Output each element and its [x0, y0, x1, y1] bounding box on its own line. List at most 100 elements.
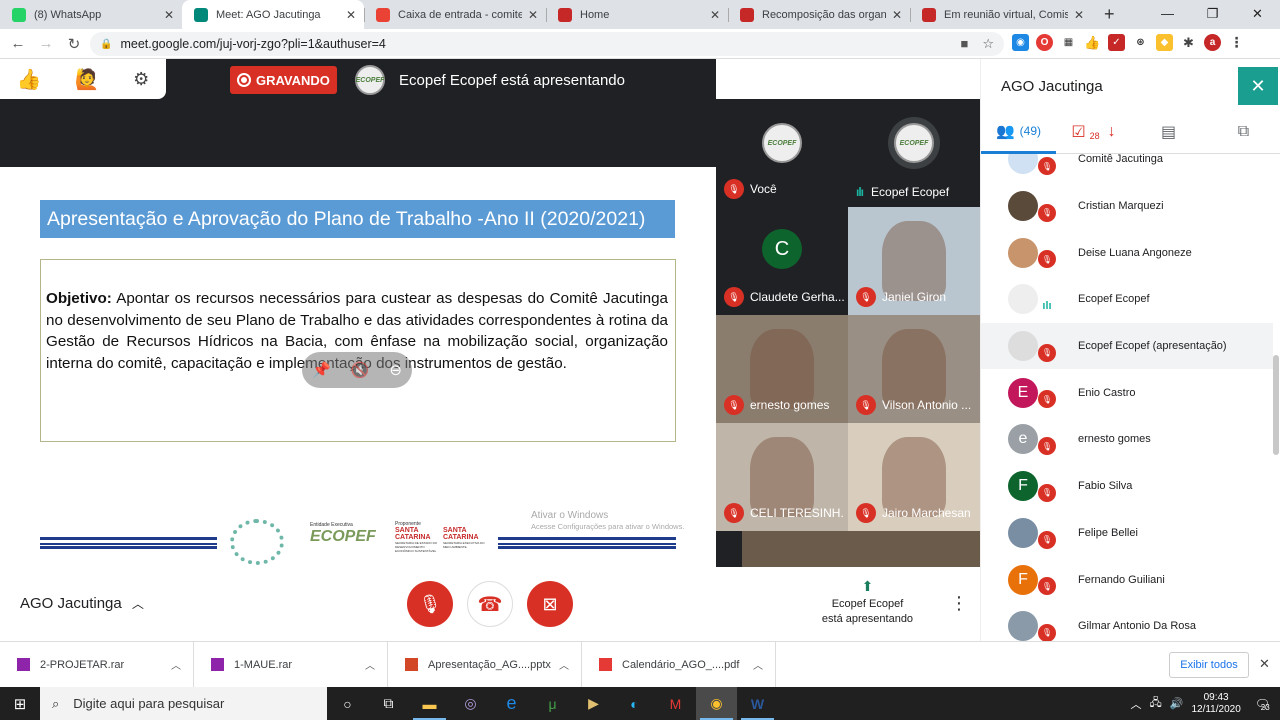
tab-5[interactable]: Em reunião virtual, Comissão ✕ — [910, 0, 1092, 29]
opera-extension-icon[interactable]: O — [1036, 34, 1053, 51]
close-tab-icon[interactable]: ✕ — [528, 8, 538, 22]
chevron-up-icon[interactable]: ︿ — [559, 657, 569, 672]
camera-permission-icon[interactable]: ■ — [960, 36, 968, 52]
tab-chat[interactable]: ▤ — [1131, 111, 1206, 154]
address-bar[interactable]: 🔒 meet.google.com/juj-vorj-zgo?pli=1&aut… — [90, 32, 1004, 56]
close-tab-icon[interactable]: ✕ — [710, 8, 720, 22]
download-item[interactable]: 1-MAUE.rar ︿ — [194, 641, 388, 688]
close-tab-icon[interactable]: ✕ — [1074, 8, 1084, 22]
settings-extension-icon[interactable]: ⊛ — [1132, 34, 1149, 51]
grid-extension-icon[interactable]: ▦ — [1060, 34, 1077, 51]
maximize-button[interactable]: ❐ — [1190, 0, 1235, 29]
close-panel-button[interactable]: ✕ — [1238, 67, 1278, 105]
hand-extension-icon[interactable]: 👍 — [1084, 34, 1101, 51]
participant-row[interactable]: ılı Ecopef Ecopef — [981, 276, 1273, 323]
extension-icon[interactable]: ◉ — [1012, 34, 1029, 51]
torrent-icon[interactable]: μ — [532, 687, 573, 720]
new-tab-button[interactable]: + — [1104, 4, 1115, 25]
more-options-icon[interactable]: ⋮ — [950, 593, 968, 614]
thumbs-up-icon[interactable]: 👍 — [17, 67, 42, 92]
participant-row[interactable]: e 🎙 ernesto gomes — [981, 416, 1273, 463]
participant-tile[interactable]: 🎙 Jairo Marchesan — [848, 423, 980, 531]
participant-tile[interactable]: ECOPEF ılı Ecopef Ecopef — [848, 99, 980, 207]
media-icon[interactable]: ▶ — [573, 687, 614, 720]
tab-tasks[interactable]: ☑ 28 ↓ — [1056, 111, 1131, 154]
tray-chevron-icon[interactable]: ︿ — [1130, 696, 1141, 712]
chevron-up-icon[interactable]: ︿ — [753, 657, 763, 672]
chevron-up-icon[interactable]: ︿ — [171, 657, 181, 672]
participant-tile[interactable]: C 🎙 Claudete Gerha... — [716, 207, 848, 315]
participant-tile[interactable]: ECOPEF 🎙 Você — [716, 99, 848, 207]
clock[interactable]: 09:43 12/11/2020 — [1191, 692, 1240, 716]
notification-center-icon[interactable]: 🗨 23 — [1255, 697, 1270, 712]
edge-icon[interactable]: ◐ — [614, 687, 655, 720]
extensions-puzzle-icon[interactable]: ✱ — [1180, 34, 1197, 51]
participant-tile[interactable]: 🎙 Janiel Giron — [848, 207, 980, 315]
chrome-menu-icon[interactable]: ⋮ — [1228, 34, 1245, 51]
tab-1[interactable]: Meet: AGO Jacutinga ✕ — [182, 0, 364, 29]
app-icon[interactable]: ◎ — [450, 687, 491, 720]
close-tab-icon[interactable]: ✕ — [346, 8, 356, 22]
participant-row[interactable]: 🎙 Ecopef Ecopef (apresentação) — [981, 322, 1273, 370]
tab-people[interactable]: 👥 (49) — [981, 111, 1056, 154]
shield-extension-icon[interactable]: ◆ — [1156, 34, 1173, 51]
word-icon[interactable]: W — [737, 687, 778, 720]
meeting-details[interactable]: AGO Jacutinga ︿ — [20, 595, 144, 612]
participant-tile[interactable]: 🎙 Vilson Antonio ... — [848, 315, 980, 423]
windows-start-icon[interactable]: ⊞ — [0, 695, 40, 713]
taskbar-search[interactable]: ⌕ Digite aqui para pesquisar — [40, 687, 327, 720]
show-all-downloads-button[interactable]: Exibir todos — [1169, 652, 1249, 678]
tab-0[interactable]: (8) WhatsApp ✕ — [0, 0, 182, 29]
tab-3[interactable]: Home ✕ — [546, 0, 728, 29]
reload-button[interactable]: ↻ — [60, 35, 88, 53]
participant-row[interactable]: 🎙 Felipe Bellei — [981, 510, 1273, 557]
task-view-icon[interactable]: ⧉ — [368, 687, 409, 720]
pin-icon[interactable]: 📌 — [312, 361, 331, 379]
file-explorer-icon[interactable]: ▬ — [409, 687, 450, 720]
back-button[interactable]: ← — [4, 35, 32, 52]
panel-scrollbar[interactable] — [1273, 355, 1279, 455]
participant-tile[interactable]: 🎙 CELI TERESINH... — [716, 423, 848, 531]
participant-row[interactable]: F 🎙 Fabio Silva — [981, 463, 1273, 510]
participant-row[interactable]: 🎙 Comitê Jacutinga — [981, 154, 1273, 183]
close-tab-icon[interactable]: ✕ — [164, 8, 174, 22]
participant-row[interactable]: 🎙 Cristian Marquezi — [981, 183, 1273, 230]
download-item[interactable]: Apresentação_AG....pptx ︿ — [388, 641, 582, 688]
network-icon[interactable]: 🖧 — [1149, 694, 1161, 713]
participant-row[interactable]: 🎙 Gilmar Antonio Da Rosa — [981, 603, 1273, 641]
forward-button[interactable]: → — [32, 35, 60, 52]
tab-activities[interactable]: ⧉ — [1206, 111, 1280, 154]
participant-row[interactable]: F 🎙 Fernando Guiliani — [981, 556, 1273, 603]
participant-tile[interactable]: 🎙 ernesto gomes — [716, 315, 848, 423]
camera-off-button[interactable]: ⊠ — [527, 581, 573, 627]
mcafee-icon[interactable]: M — [655, 687, 696, 720]
close-tab-icon[interactable]: ✕ — [892, 8, 902, 22]
ext-red-icon[interactable]: ✓ — [1108, 34, 1125, 51]
presenting-status[interactable]: ⬆ Ecopef Ecopef está apresentando — [820, 579, 915, 627]
minimize-icon[interactable]: ⊖ — [389, 361, 402, 379]
close-downloads-icon[interactable]: ✕ — [1259, 656, 1270, 672]
minimize-button[interactable]: — — [1145, 0, 1190, 29]
tab-2[interactable]: Caixa de entrada - comitecha ✕ — [364, 0, 546, 29]
volume-icon[interactable]: 🔊 — [1170, 697, 1184, 710]
close-window-button[interactable]: ✕ — [1235, 0, 1280, 29]
leave-call-button[interactable]: ☎ — [467, 581, 513, 627]
mute-volume-icon[interactable]: 🔇 — [351, 361, 370, 379]
chevron-up-icon[interactable]: ︿ — [365, 657, 375, 672]
download-item[interactable]: Calendário_AGO_....pdf ︿ — [582, 641, 776, 688]
profile-avatar[interactable]: a — [1204, 34, 1221, 51]
participant-row[interactable]: 🎙 Deise Luana Angoneze — [981, 229, 1273, 276]
mic-muted-icon: 🎙 — [724, 395, 744, 415]
participant-row[interactable]: E 🎙 Enio Castro — [981, 369, 1273, 416]
ie-icon[interactable]: e — [491, 687, 532, 720]
tab-title: Em reunião virtual, Comissão — [944, 8, 1068, 21]
mic-off-button[interactable]: 🎙 — [407, 581, 453, 627]
chrome-icon[interactable]: ◉ — [696, 687, 737, 720]
cortana-icon[interactable]: ○ — [327, 687, 368, 720]
settings-gear-icon[interactable]: ⚙ — [133, 69, 149, 90]
raise-hand-icon[interactable]: 🙋 — [75, 67, 100, 92]
participant-tile-partial[interactable] — [742, 531, 980, 567]
bookmark-star-icon[interactable]: ☆ — [982, 36, 994, 52]
download-item[interactable]: 2-PROJETAR.rar ︿ — [0, 641, 194, 688]
tab-4[interactable]: Recomposição das organizaç ✕ — [728, 0, 910, 29]
